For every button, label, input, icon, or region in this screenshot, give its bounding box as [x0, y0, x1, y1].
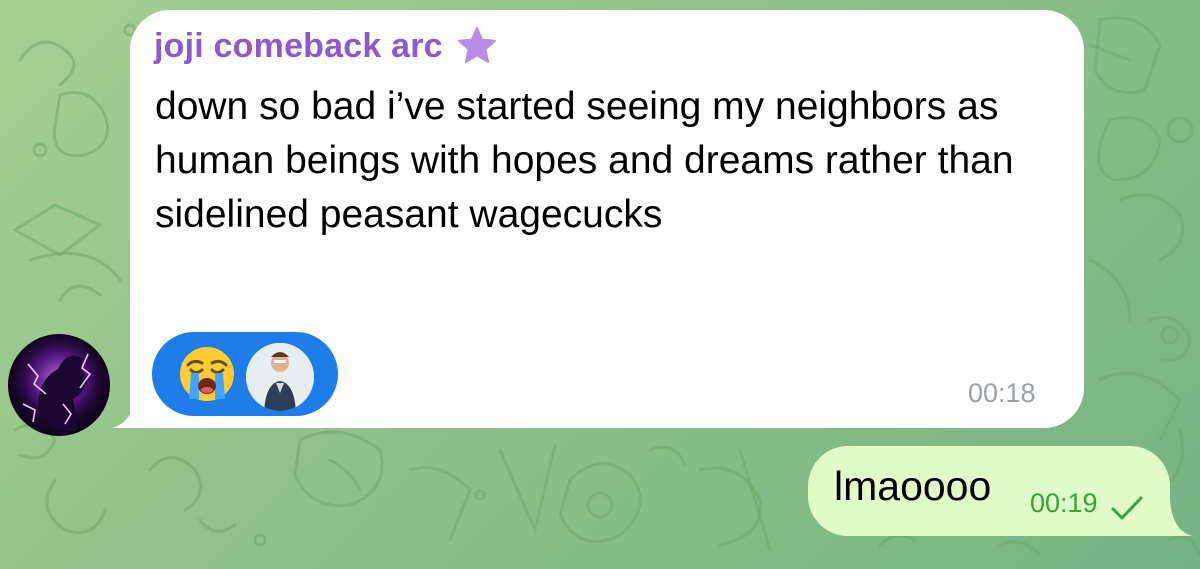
outgoing-message-text: lmaoooo	[834, 463, 992, 509]
star-icon[interactable]	[457, 26, 497, 66]
single-check-icon	[1111, 496, 1143, 520]
incoming-message-text: down so bad i’ve started seeing my neigh…	[155, 85, 1014, 236]
loudly-crying-face-icon	[180, 347, 234, 401]
sender-name[interactable]: joji comeback arc	[154, 27, 443, 66]
sender-row: joji comeback arc	[154, 26, 497, 66]
incoming-timestamp: 00:18	[968, 378, 1036, 408]
reactor-avatar[interactable]	[246, 343, 314, 411]
sender-avatar[interactable]	[8, 334, 110, 436]
outgoing-timestamp: 00:19	[1030, 488, 1098, 518]
